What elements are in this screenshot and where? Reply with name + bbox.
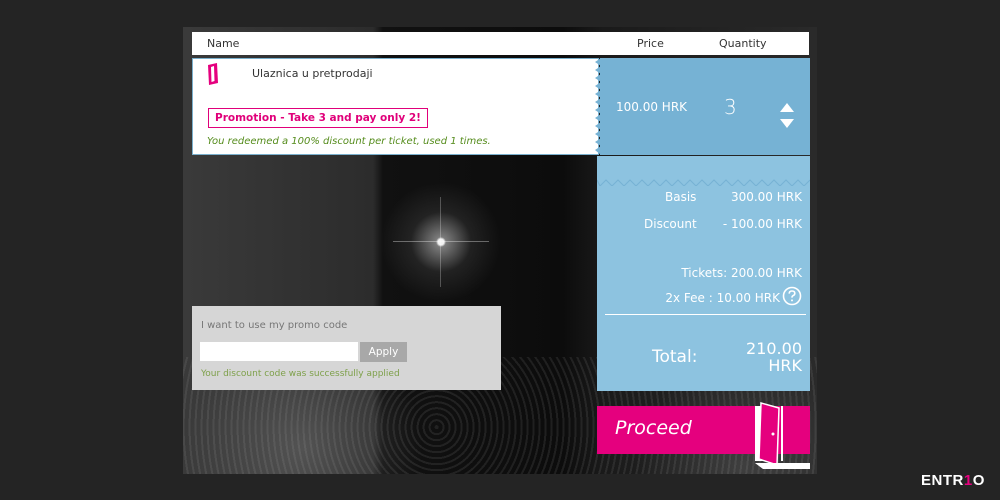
- header-quantity: Quantity: [719, 37, 767, 50]
- promo-code-input[interactable]: [200, 342, 358, 361]
- ticket-icon: [207, 63, 219, 89]
- basis-value: 300.00 HRK: [730, 190, 802, 204]
- fee-line: 2x Fee : 10.00 HRK: [665, 291, 780, 305]
- header-name: Name: [207, 37, 240, 50]
- discount-note: You redeemed a 100% discount per ticket,…: [207, 136, 491, 147]
- logo-mark: 1: [963, 472, 973, 489]
- price-quantity-panel: 100.00 HRK 3: [595, 58, 810, 155]
- door-icon: [755, 401, 810, 473]
- ticket-item-row: Ulaznica u pretprodaji Promotion - Take …: [192, 58, 599, 155]
- total-amount: 210.00: [746, 339, 802, 358]
- promo-success-message: Your discount code was successfully appl…: [201, 369, 400, 379]
- question-circle-icon[interactable]: [782, 286, 802, 309]
- apply-button[interactable]: Apply: [360, 342, 407, 362]
- logo-suffix: O: [972, 472, 985, 489]
- total-label: Total:: [652, 347, 698, 367]
- basis-label: Basis: [665, 190, 697, 204]
- light-flare: [393, 241, 489, 242]
- proceed-label: Proceed: [615, 417, 692, 439]
- promotion-badge: Promotion - Take 3 and pay only 2!: [208, 108, 428, 128]
- discount-value: - 100.00 HRK: [722, 217, 802, 231]
- promo-code-label: I want to use my promo code: [201, 320, 348, 331]
- arrow-down-icon[interactable]: [780, 113, 794, 132]
- unit-price: 100.00 HRK: [616, 100, 688, 114]
- proceed-button[interactable]: Proceed: [597, 402, 810, 469]
- tickets-subtotal: Tickets: 200.00 HRK: [681, 266, 802, 280]
- discount-label: Discount: [644, 217, 697, 231]
- quantity-value: 3: [724, 95, 737, 119]
- logo-prefix: ENTR: [921, 472, 964, 489]
- ticket-name: Ulaznica u pretprodaji: [252, 67, 373, 80]
- zigzag-edge: [597, 156, 810, 186]
- summary-divider: [605, 314, 806, 315]
- light-flare: [440, 197, 441, 287]
- zigzag-edge: [595, 58, 601, 155]
- table-header: Name Price Quantity: [192, 32, 809, 55]
- entrio-logo: ENTR1O: [921, 472, 985, 489]
- order-summary: Basis 300.00 HRK Discount - 100.00 HRK T…: [597, 156, 810, 391]
- header-price: Price: [637, 37, 664, 50]
- total-value: 210.00 HRK: [746, 340, 802, 374]
- total-currency: HRK: [768, 356, 802, 375]
- promo-code-box: I want to use my promo code Apply Your d…: [192, 306, 501, 390]
